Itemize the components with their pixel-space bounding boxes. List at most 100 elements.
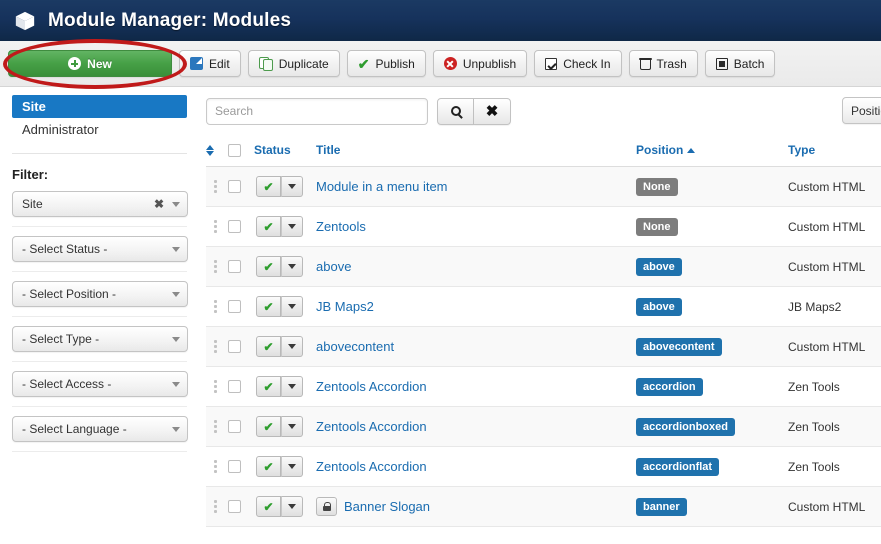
- cell-ordering: [206, 166, 228, 208]
- filter-language-wrap: - Select Language -: [0, 416, 199, 442]
- cell-status: ✔: [254, 286, 316, 328]
- publish-toggle-button[interactable]: ✔: [256, 336, 281, 358]
- module-title-link[interactable]: Zentools: [316, 219, 366, 234]
- sidebar-item-site[interactable]: Site: [12, 95, 187, 118]
- status-dropdown-button[interactable]: [281, 456, 303, 478]
- sort-updown-icon: [206, 144, 215, 157]
- row-checkbox[interactable]: [228, 380, 241, 394]
- cell-type: Custom HTML: [788, 166, 881, 208]
- col-position[interactable]: Position: [636, 143, 788, 168]
- row-checkbox[interactable]: [228, 300, 241, 314]
- new-button[interactable]: New: [8, 50, 172, 77]
- position-badge: accordionflat: [636, 457, 720, 477]
- filter-position-select[interactable]: - Select Position -: [12, 281, 188, 307]
- status-dropdown-button[interactable]: [281, 336, 303, 358]
- check-in-button-label: Check In: [563, 56, 611, 71]
- status-dropdown-button[interactable]: [281, 416, 303, 438]
- sidebar-item-administrator[interactable]: Administrator: [12, 118, 187, 141]
- module-title-link[interactable]: Banner Slogan: [344, 499, 430, 514]
- publish-toggle-button[interactable]: ✔: [256, 376, 281, 398]
- cell-position: above: [636, 286, 788, 328]
- filter-type-select[interactable]: - Select Type -: [12, 326, 188, 352]
- module-title-link[interactable]: Module in a menu item: [316, 179, 448, 194]
- cell-position: accordion: [636, 366, 788, 408]
- status-toggle-group: ✔: [256, 336, 303, 358]
- status-toggle-group: ✔: [256, 216, 303, 238]
- status-dropdown-button[interactable]: [281, 176, 303, 198]
- cell-type: Zen Tools: [788, 366, 881, 408]
- table-row: ✔ JB Maps2 above JB Maps2: [206, 286, 881, 328]
- clear-filter-icon[interactable]: ✖: [154, 197, 164, 211]
- filter-language-select[interactable]: - Select Language -: [12, 416, 188, 442]
- publish-toggle-button[interactable]: ✔: [256, 296, 281, 318]
- trash-button[interactable]: Trash: [628, 50, 698, 77]
- cell-ordering: [206, 246, 228, 288]
- unpublish-button[interactable]: Unpublish: [432, 50, 528, 77]
- row-checkbox[interactable]: [228, 180, 241, 194]
- batch-button[interactable]: Batch: [704, 50, 776, 77]
- row-checkbox[interactable]: [228, 260, 241, 274]
- filter-client-value: Site: [22, 197, 43, 211]
- status-dropdown-button[interactable]: [281, 496, 303, 518]
- status-dropdown-button[interactable]: [281, 256, 303, 278]
- cell-position: None: [636, 166, 788, 208]
- publish-toggle-button[interactable]: ✔: [256, 256, 281, 278]
- publish-toggle-button[interactable]: ✔: [256, 456, 281, 478]
- col-title[interactable]: Title: [316, 143, 636, 168]
- status-toggle-group: ✔: [256, 416, 303, 438]
- status-dropdown-button[interactable]: [281, 216, 303, 238]
- col-type[interactable]: Type: [788, 143, 881, 168]
- row-checkbox[interactable]: [228, 460, 241, 474]
- checkmark-icon: ✔: [263, 179, 274, 194]
- publish-toggle-button[interactable]: ✔: [256, 176, 281, 198]
- module-title-link[interactable]: Zentools Accordion: [316, 419, 427, 434]
- publish-button[interactable]: ✔ Publish: [346, 50, 426, 77]
- duplicate-button[interactable]: Duplicate: [247, 50, 340, 77]
- filter-status-select[interactable]: - Select Status -: [12, 236, 188, 262]
- filter-divider: [12, 451, 187, 452]
- search-clear-button[interactable]: ✖: [474, 97, 511, 125]
- module-title-link[interactable]: abovecontent: [316, 339, 394, 354]
- ordering-select-value: Position: [851, 103, 881, 118]
- filter-access-select[interactable]: - Select Access -: [12, 371, 188, 397]
- search-row: ✖ Position: [206, 97, 881, 125]
- status-dropdown-button[interactable]: [281, 376, 303, 398]
- edit-button[interactable]: Edit: [179, 50, 241, 77]
- module-title-link[interactable]: Zentools Accordion: [316, 379, 427, 394]
- checked-out-lock-button[interactable]: [316, 497, 337, 517]
- client-tab-list: Site Administrator: [0, 95, 199, 141]
- cell-checkbox: [228, 446, 254, 488]
- cube-icon: [15, 11, 35, 30]
- col-ordering[interactable]: [206, 143, 228, 168]
- title-cell: above: [316, 259, 636, 274]
- cell-position: accordionflat: [636, 446, 788, 488]
- cell-title: Zentools: [316, 206, 636, 248]
- select-all-checkbox[interactable]: [228, 143, 241, 157]
- title-cell: abovecontent: [316, 339, 636, 354]
- col-status[interactable]: Status: [254, 143, 316, 168]
- publish-toggle-button[interactable]: ✔: [256, 416, 281, 438]
- module-title-link[interactable]: Zentools Accordion: [316, 459, 427, 474]
- publish-toggle-button[interactable]: ✔: [256, 496, 281, 518]
- row-checkbox[interactable]: [228, 500, 241, 514]
- check-in-button[interactable]: Check In: [534, 50, 622, 77]
- row-checkbox[interactable]: [228, 420, 241, 434]
- search-input[interactable]: [206, 97, 428, 125]
- col-select-all: [228, 143, 254, 168]
- chevron-down-icon: [288, 224, 296, 230]
- publish-toggle-button[interactable]: ✔: [256, 216, 281, 238]
- chevron-down-icon: [172, 381, 180, 387]
- sidebar-item-site-label: Site: [22, 99, 46, 114]
- status-dropdown-button[interactable]: [281, 296, 303, 318]
- checkmark-icon: ✔: [263, 499, 274, 514]
- search-submit-button[interactable]: [437, 97, 474, 125]
- module-title-link[interactable]: above: [316, 259, 351, 274]
- ordering-select[interactable]: Position: [842, 97, 881, 124]
- table-row: ✔ Module in a menu item None Custom HTML: [206, 166, 881, 208]
- row-checkbox[interactable]: [228, 340, 241, 354]
- title-cell: JB Maps2: [316, 299, 636, 314]
- filter-client-select[interactable]: Site ✖: [12, 191, 188, 217]
- row-checkbox[interactable]: [228, 220, 241, 234]
- cell-ordering: [206, 286, 228, 328]
- module-title-link[interactable]: JB Maps2: [316, 299, 374, 314]
